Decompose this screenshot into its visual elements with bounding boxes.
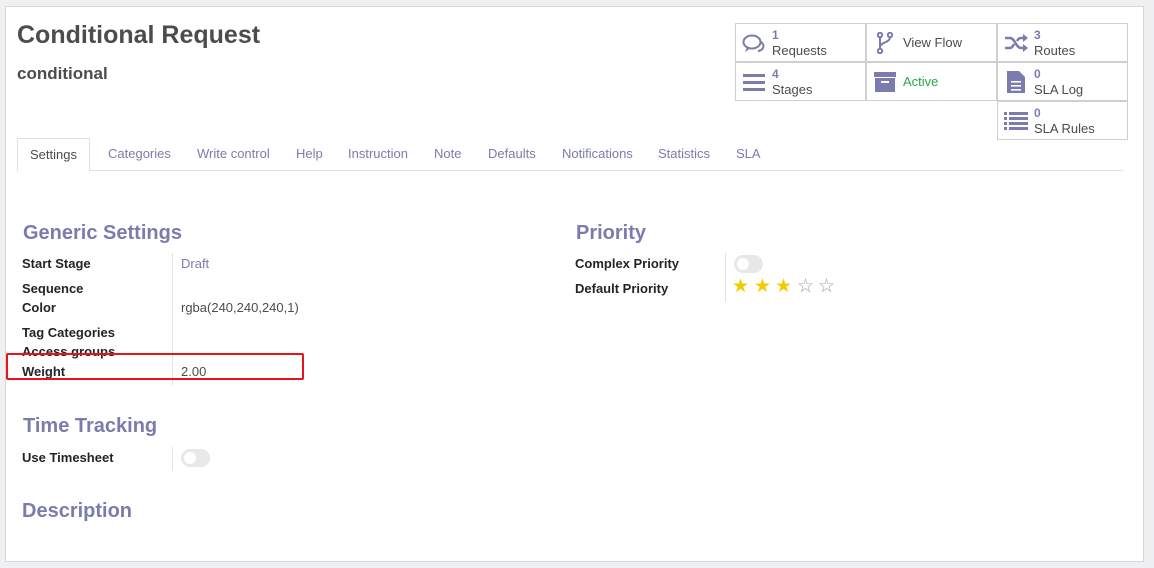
tab-write-control[interactable]: Write control — [197, 138, 270, 171]
star-outline-icon[interactable]: ☆ — [797, 277, 814, 296]
sla-log-label: SLA Log — [1034, 81, 1084, 97]
shuffle-icon — [998, 33, 1034, 52]
timesheet-label-divider — [172, 447, 173, 471]
file-text-icon — [998, 70, 1034, 93]
view-flow-button[interactable]: View Flow — [866, 23, 997, 62]
star-icon[interactable]: ★ — [732, 277, 749, 296]
routes-button[interactable]: 3 Routes — [997, 23, 1128, 62]
tab-settings[interactable]: Settings — [17, 138, 90, 172]
tab-statistics[interactable]: Statistics — [658, 138, 710, 171]
tab-categories[interactable]: Categories — [108, 138, 171, 171]
comments-icon — [736, 33, 772, 53]
tab-note[interactable]: Note — [434, 138, 461, 171]
color-label: Color — [22, 300, 56, 315]
sla-rules-count: 0 — [1034, 105, 1041, 120]
start-stage-link[interactable]: Draft — [181, 256, 209, 271]
archive-icon — [867, 71, 903, 92]
bars-icon — [736, 73, 772, 91]
star-icon[interactable]: ★ — [754, 277, 771, 296]
use-timesheet-toggle[interactable] — [181, 449, 210, 467]
routes-count: 3 — [1034, 27, 1041, 42]
star-outline-icon[interactable]: ☆ — [818, 277, 835, 296]
routes-label: Routes — [1034, 42, 1076, 58]
sequence-label: Sequence — [22, 281, 84, 296]
priority-label-divider — [725, 253, 726, 302]
notebook-tabs: Settings Categories Write control Help I… — [17, 138, 1123, 172]
start-stage-label: Start Stage — [22, 256, 91, 271]
sla-log-count: 0 — [1034, 66, 1041, 81]
sla-rules-label: SLA Rules — [1034, 120, 1095, 136]
generic-settings-heading: Generic Settings — [23, 222, 182, 244]
tag-categories-label: Tag Categories — [22, 325, 115, 340]
tab-sla[interactable]: SLA — [736, 138, 761, 171]
default-priority-label: Default Priority — [575, 281, 669, 296]
requests-count: 1 — [772, 27, 779, 42]
sla-rules-button[interactable]: 0 SLA Rules — [997, 101, 1128, 140]
weight-highlight-box — [6, 353, 304, 380]
time-tracking-heading: Time Tracking — [23, 415, 158, 437]
stages-count: 4 — [772, 66, 779, 81]
description-heading: Description — [22, 500, 133, 522]
tab-help[interactable]: Help — [296, 138, 323, 171]
use-timesheet-label: Use Timesheet — [22, 450, 114, 465]
view-flow-label: View Flow — [903, 35, 963, 50]
color-value[interactable]: rgba(240,240,240,1) — [181, 300, 299, 315]
stages-button[interactable]: 4 Stages — [735, 62, 866, 101]
record-title: Conditional Request — [17, 21, 261, 49]
tab-notifications[interactable]: Notifications — [562, 138, 633, 171]
priority-heading: Priority — [576, 222, 647, 244]
complex-priority-label: Complex Priority — [575, 256, 680, 271]
requests-label: Requests — [772, 42, 827, 58]
code-fork-icon — [867, 31, 903, 54]
record-subtitle: conditional — [17, 64, 108, 83]
sla-log-button[interactable]: 0 SLA Log — [997, 62, 1128, 101]
tab-defaults[interactable]: Defaults — [488, 138, 536, 171]
list-icon — [998, 111, 1034, 131]
active-toggle-button[interactable]: Active — [866, 62, 997, 101]
requests-button[interactable]: 1 Requests — [735, 23, 866, 62]
star-icon[interactable]: ★ — [775, 277, 792, 296]
active-label: Active — [903, 74, 939, 89]
tab-instruction[interactable]: Instruction — [348, 138, 408, 171]
stages-label: Stages — [772, 81, 813, 97]
complex-priority-toggle[interactable] — [734, 255, 763, 273]
